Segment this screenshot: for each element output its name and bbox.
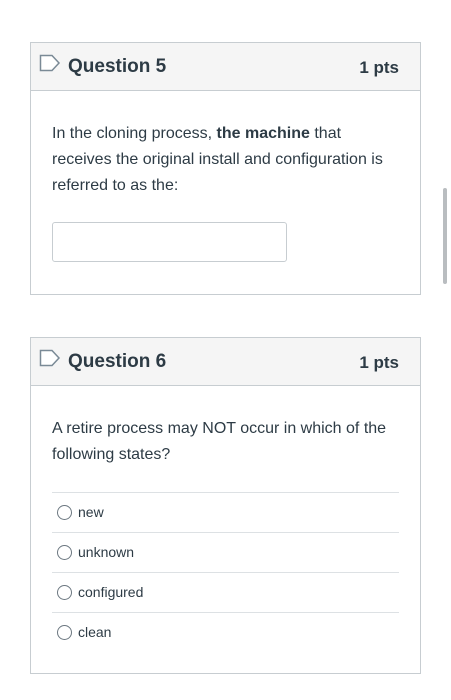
question-header: Question 6 1 pts xyxy=(31,338,420,386)
answer-input[interactable] xyxy=(52,222,287,262)
radio-button[interactable] xyxy=(57,545,72,560)
answer-label: new xyxy=(78,504,104,520)
question-text-part: In the cloning process, xyxy=(52,125,217,142)
answer-list: new unknown configured clean xyxy=(52,492,399,653)
answer-option[interactable]: configured xyxy=(52,573,399,613)
question-text: A retire process may NOT occur in which … xyxy=(52,420,387,463)
flag-icon[interactable] xyxy=(39,349,61,367)
radio-button[interactable] xyxy=(57,625,72,640)
question-title: Question 6 xyxy=(68,351,167,372)
answer-label: clean xyxy=(78,624,112,640)
scrollbar[interactable] xyxy=(443,188,447,284)
question-points: 1 pts xyxy=(359,58,399,77)
question-5-card: Question 5 1 pts In the cloning process,… xyxy=(30,42,421,295)
radio-button[interactable] xyxy=(57,585,72,600)
question-text: In the cloning process, the machine that… xyxy=(52,121,402,199)
answer-label: configured xyxy=(78,584,144,600)
answer-option[interactable]: unknown xyxy=(52,533,399,573)
answer-option[interactable]: clean xyxy=(52,613,399,653)
question-title: Question 5 xyxy=(68,56,167,77)
radio-button[interactable] xyxy=(57,505,72,520)
flag-icon[interactable] xyxy=(39,54,61,72)
answer-option[interactable]: new xyxy=(52,493,399,533)
question-header: Question 5 1 pts xyxy=(31,43,420,91)
question-points: 1 pts xyxy=(359,353,399,372)
question-text-bold: the machine xyxy=(216,125,310,142)
question-6-card: Question 6 1 pts A retire process may NO… xyxy=(30,337,421,674)
answer-label: unknown xyxy=(78,544,135,560)
